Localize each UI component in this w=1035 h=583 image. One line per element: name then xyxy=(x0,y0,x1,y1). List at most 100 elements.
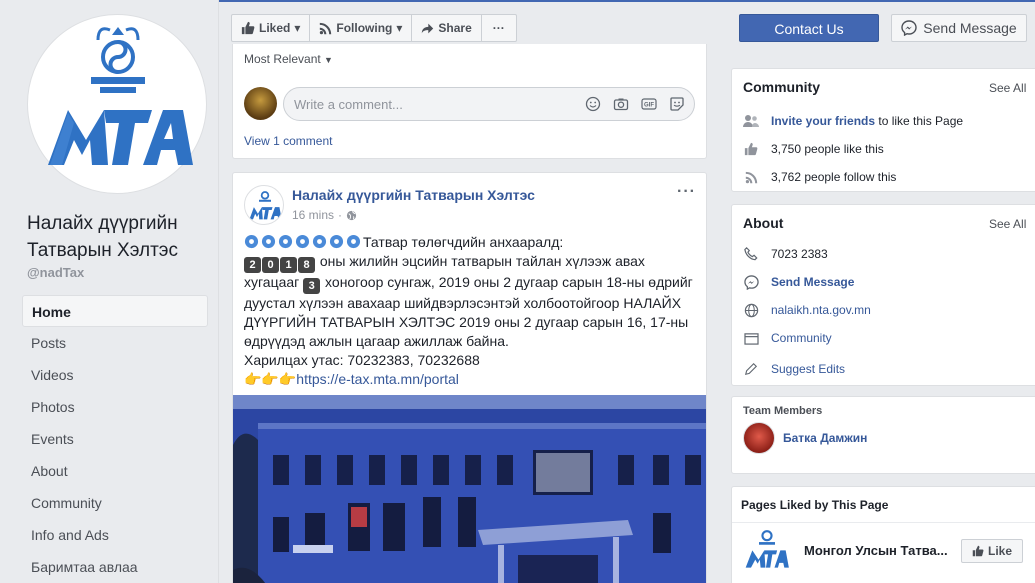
category-link[interactable]: Community xyxy=(771,331,832,345)
post-author-avatar[interactable] xyxy=(244,185,284,225)
like-page-button[interactable]: Like xyxy=(961,539,1023,563)
category-icon xyxy=(743,330,759,346)
like-label: Like xyxy=(987,544,1012,558)
globe-icon xyxy=(743,302,759,318)
category-row: Community xyxy=(743,330,832,346)
building-photo xyxy=(233,395,706,583)
post-intro-text: Татвар төлөгчдийн анхааралд: xyxy=(363,234,564,250)
chevron-down-icon: ▾ xyxy=(396,21,403,35)
keycap-digit: 0 xyxy=(262,257,279,273)
more-options-button[interactable]: ··· xyxy=(482,15,516,41)
nav-item-home[interactable]: Home xyxy=(22,295,208,327)
nav-item-receipts[interactable]: Баримтаа авлаа xyxy=(22,551,208,583)
emoji-icon[interactable] xyxy=(584,95,602,113)
post-text: оны жилийн эцсийн татварын тайлан хүлээж… xyxy=(316,253,645,269)
messenger-icon xyxy=(901,20,917,36)
community-see-all-link[interactable]: See All xyxy=(989,81,1026,95)
post-line-1: 2018 оны жилийн эцсийн татварын тайлан х… xyxy=(244,252,699,273)
post-line-2: хугацааг 3 хоногоор сунгаж, 2019 оны 2 д… xyxy=(244,273,699,294)
nav-item-photos[interactable]: Photos xyxy=(22,391,208,423)
mta-logo-icon xyxy=(249,191,282,220)
page-nav: Home Posts Videos Photos Events About Co… xyxy=(22,295,208,583)
liked-button[interactable]: Liked ▾ xyxy=(232,15,311,41)
page-action-bar: Liked ▾ Following ▾ Share ··· xyxy=(231,14,517,42)
svg-text:GIF: GIF xyxy=(644,103,654,109)
page-profile-picture[interactable] xyxy=(27,14,207,194)
gif-icon[interactable]: GIF xyxy=(640,95,658,113)
send-message-button[interactable]: Send Message xyxy=(891,14,1027,42)
team-member-avatar[interactable] xyxy=(743,422,775,454)
comment-sort-dropdown[interactable]: Most Relevant ▼ xyxy=(244,52,333,66)
contact-us-button[interactable]: Contact Us xyxy=(739,14,879,42)
post-line-6: Харилцах утас: 70232383, 70232688 xyxy=(244,352,480,368)
post-line-link: 👉👉👉https://e-tax.mta.mn/portal xyxy=(244,370,699,389)
post-line-3: дуустал хүлээн авахаар шийдвэрлэсэнтэй х… xyxy=(244,295,682,311)
post-link[interactable]: https://e-tax.mta.mn/portal xyxy=(296,371,459,387)
flower-emoji-icon xyxy=(244,234,363,250)
about-send-message-link[interactable]: Send Message xyxy=(771,275,854,289)
nav-item-videos[interactable]: Videos xyxy=(22,359,208,391)
ellipsis-icon: ··· xyxy=(492,21,505,35)
camera-icon[interactable] xyxy=(612,95,630,113)
post-photo[interactable] xyxy=(233,395,706,583)
sticker-icon[interactable] xyxy=(668,95,686,113)
page-title: Налайх дүүргийн Татварын Хэлтэс xyxy=(27,213,178,261)
nav-item-about[interactable]: About xyxy=(22,455,208,487)
suggest-edits-row: Suggest Edits xyxy=(743,361,845,377)
website-row: nalaikh.nta.gov.mn xyxy=(743,302,871,318)
phone-row: 7023 2383 xyxy=(743,246,828,262)
page-username[interactable]: @nadTax xyxy=(27,265,84,280)
share-arrow-icon xyxy=(422,23,434,33)
nav-item-community[interactable]: Community xyxy=(22,487,208,519)
invite-friends-row: Invite your friends to like this Page xyxy=(743,113,963,129)
left-sidebar: Налайх дүүргийн Татварын Хэлтэс @nadTax … xyxy=(0,0,219,583)
phone-number[interactable]: 7023 2383 xyxy=(771,247,828,261)
likes-count: 3,750 people like this xyxy=(771,142,884,156)
community-panel: Community See All Invite your friends to… xyxy=(731,68,1035,192)
likes-count-row: 3,750 people like this xyxy=(743,141,884,157)
post-line-intro: Татвар төлөгчдийн анхааралд: xyxy=(244,233,699,252)
post-timestamp[interactable]: 16 mins xyxy=(292,208,334,222)
invite-friends-link[interactable]: Invite your friends xyxy=(771,114,875,128)
keycap-digit: 8 xyxy=(298,257,315,273)
post-text: хугацааг xyxy=(244,274,304,290)
post-card: Налайх дүүргийн Татварын Хэлтэс 16 mins … xyxy=(232,172,707,583)
post-options-icon[interactable]: ··· xyxy=(677,183,696,201)
share-label: Share xyxy=(438,21,472,35)
following-label: Following xyxy=(336,21,393,35)
post-line-4: ДҮҮРГИЙН ТАТВАРЫН ХЭЛТЭС 2019 оны 2 дуга… xyxy=(244,314,689,330)
nav-item-events[interactable]: Events xyxy=(22,423,208,455)
follows-count: 3,762 people follow this xyxy=(771,170,897,184)
following-button[interactable]: Following ▾ xyxy=(310,15,413,41)
keycap-digit: 3 xyxy=(303,278,321,294)
team-members-heading: Team Members xyxy=(743,405,823,417)
chevron-down-icon: ▼ xyxy=(324,55,333,65)
liked-label: Liked xyxy=(259,21,291,35)
invite-friends-text: to like this Page xyxy=(875,114,964,128)
comment-tools: GIF xyxy=(584,95,686,113)
nav-item-posts[interactable]: Posts xyxy=(22,327,208,359)
liked-page-avatar[interactable] xyxy=(743,525,791,573)
thumbs-up-icon xyxy=(241,21,255,35)
pages-liked-heading: Pages Liked by This Page xyxy=(741,498,889,512)
suggest-edits-link[interactable]: Suggest Edits xyxy=(771,362,845,376)
comment-input[interactable]: Write a comment... GIF xyxy=(283,87,695,121)
mta-logo-icon xyxy=(745,530,789,568)
liked-page-name[interactable]: Монгол Улсын Татва... xyxy=(804,543,948,558)
post-line-5: өдрүүдэд ажлын цагаар ажиллаж байна. xyxy=(244,333,509,349)
post-author-name[interactable]: Налайх дүүргийн Татварын Хэлтэс xyxy=(292,187,535,203)
viewer-avatar[interactable] xyxy=(244,87,277,120)
thumbs-up-icon xyxy=(743,141,759,157)
website-link[interactable]: nalaikh.nta.gov.mn xyxy=(771,303,871,317)
about-heading: About xyxy=(743,215,784,231)
share-button[interactable]: Share xyxy=(412,15,482,41)
send-message-row: Send Message xyxy=(743,274,854,290)
about-panel: About See All 7023 2383 Send Message nal… xyxy=(731,204,1035,386)
globe-icon xyxy=(346,210,357,220)
pointing-finger-emoji: 👉👉👉 xyxy=(244,371,297,387)
about-see-all-link[interactable]: See All xyxy=(989,217,1026,231)
mta-logo-icon xyxy=(36,23,200,187)
view-comments-link[interactable]: View 1 comment xyxy=(244,134,332,148)
team-member-name[interactable]: Батка Дамжин xyxy=(783,431,867,445)
nav-item-info-and-ads[interactable]: Info and Ads xyxy=(22,519,208,551)
